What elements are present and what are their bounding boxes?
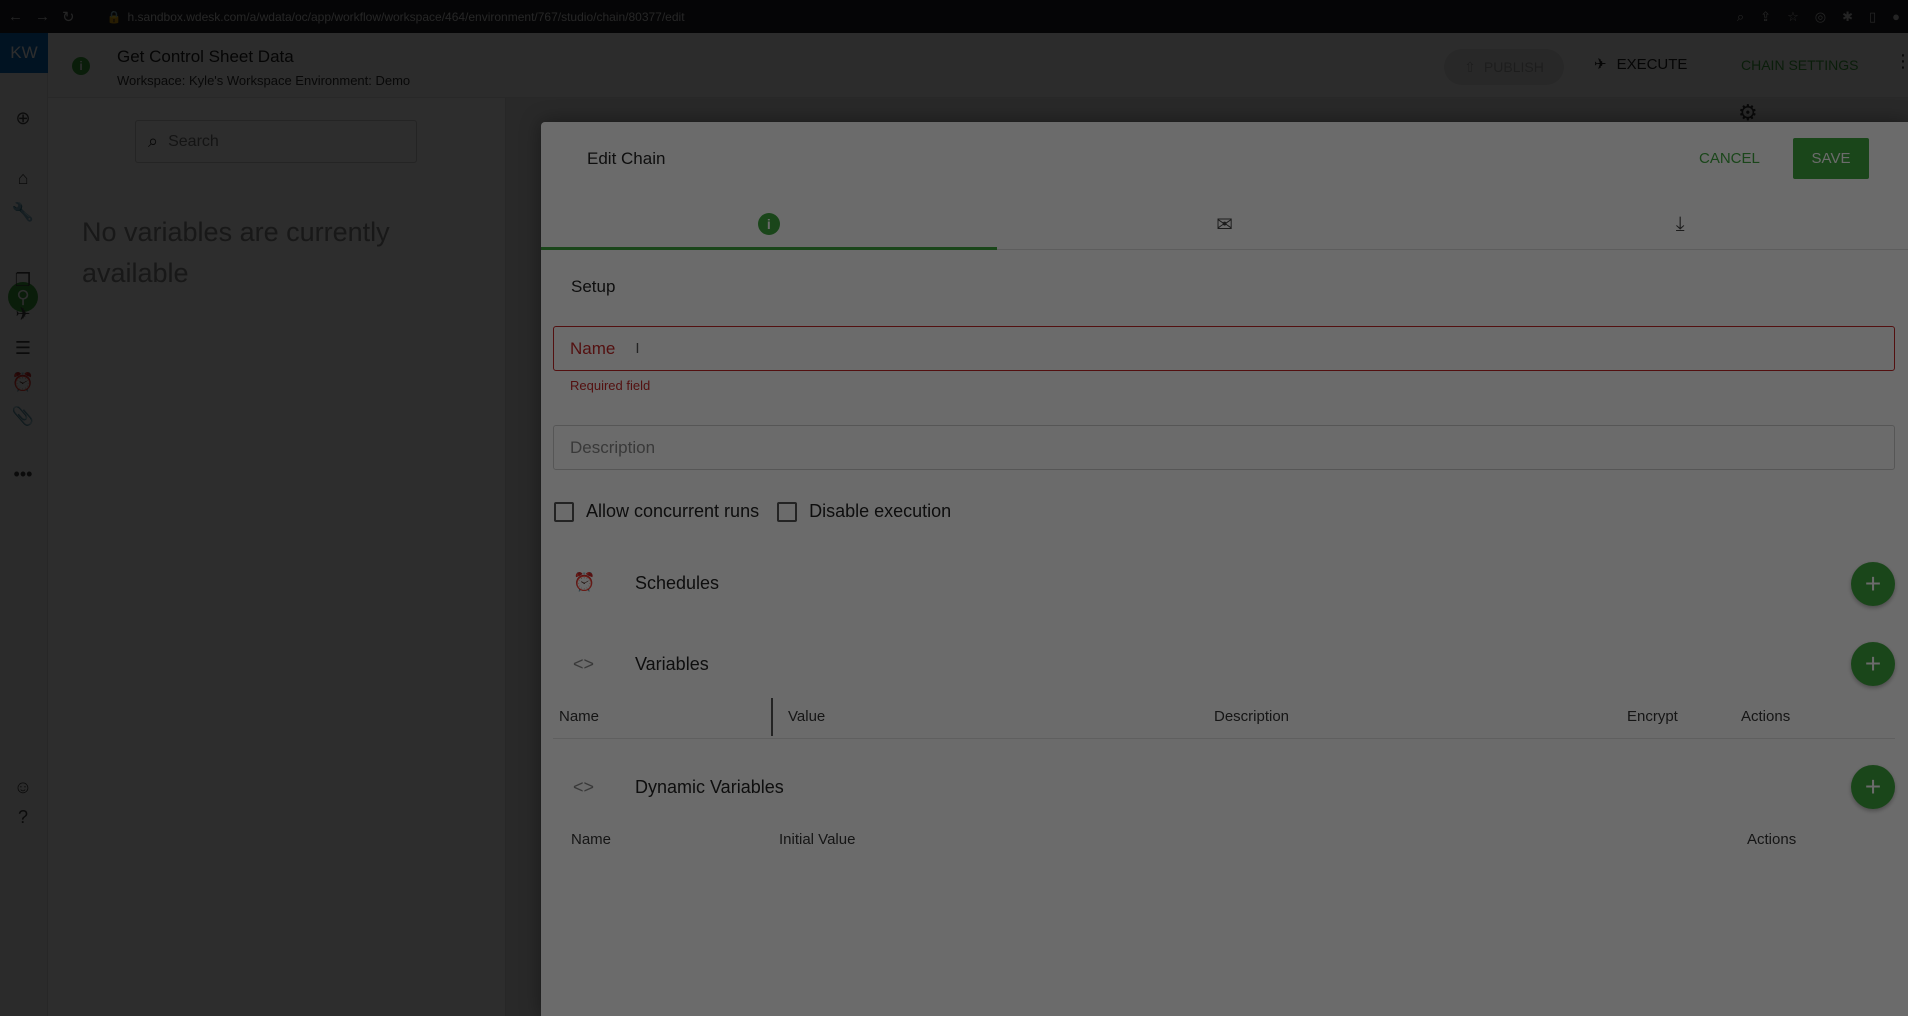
dynamic-col-initial-value[interactable]: Initial Value (779, 831, 855, 848)
dialog-title: Edit Chain (587, 149, 666, 168)
code-icon: <> (573, 777, 595, 797)
variables-heading: Variables (635, 654, 709, 674)
add-dynamic-variable-button[interactable]: + (1851, 765, 1895, 809)
text-cursor-icon: I (635, 340, 640, 357)
star-icon[interactable]: ☆ (1787, 9, 1799, 25)
checkbox-unchecked-icon[interactable] (554, 501, 574, 522)
description-field[interactable]: Description (553, 425, 1895, 470)
publish-icon: ⇧ (1464, 58, 1476, 75)
back-icon[interactable]: ← (8, 8, 23, 25)
chain-settings-button[interactable]: CHAIN SETTINGS (1741, 57, 1858, 73)
account-icon[interactable]: ☺ (11, 775, 35, 799)
cancel-button[interactable]: CANCEL (1699, 150, 1760, 167)
allow-concurrent-checkbox[interactable]: Allow concurrent runs (554, 501, 759, 522)
variables-col-value[interactable]: Value (788, 708, 825, 725)
name-placeholder: Name (570, 338, 616, 358)
table-divider (553, 738, 1895, 739)
search-icon: ⌕ (148, 131, 159, 151)
tab-setup[interactable]: i (541, 200, 997, 250)
zoom-icon[interactable]: ⌕ (1737, 9, 1744, 25)
dynamic-variables-heading: Dynamic Variables (635, 777, 784, 797)
dialog-tabs: i ✉ ⤓ (541, 200, 1908, 250)
variables-panel: ⌕ No variables are currently available (48, 98, 506, 1016)
home-icon[interactable]: ⌂ (11, 166, 35, 190)
more-vertical-icon[interactable]: ⋮ (1894, 51, 1908, 72)
empty-variables-message: No variables are currently available (82, 217, 390, 288)
extension-icon[interactable]: ◎ (1815, 9, 1826, 25)
tab-outputs[interactable]: ⤓ (1452, 200, 1908, 250)
workspace-subtitle: Workspace: Kyle's Workspace Environment:… (117, 73, 411, 88)
search-box[interactable]: ⌕ (135, 120, 417, 163)
add-schedule-button[interactable]: + (1851, 562, 1895, 606)
wrench-icon[interactable]: 🔧 (11, 200, 35, 224)
search-input[interactable] (168, 132, 389, 151)
checklist-icon[interactable]: ☰ (11, 336, 35, 360)
execution-options: Allow concurrent runs Disable execution (554, 501, 951, 522)
column-divider[interactable] (771, 698, 773, 736)
checkbox-unchecked-icon[interactable] (777, 501, 798, 522)
help-icon[interactable]: ? (11, 805, 35, 829)
add-circle-icon[interactable]: ⊕ (11, 106, 35, 130)
workspace-logo[interactable]: KW (0, 33, 48, 73)
left-rail: KW ⊕ ⌂ 🔧 ⚲ ❐ ✈ ☰ ⏰ 📎 ••• ☺ ? (0, 33, 48, 1016)
allow-concurrent-label: Allow concurrent runs (586, 501, 760, 521)
attachment-icon[interactable]: 📎 (11, 404, 35, 428)
app-header: i Get Control Sheet Data Workspace: Kyle… (48, 33, 1908, 98)
variables-col-name[interactable]: Name (559, 708, 599, 725)
code-icon: <> (573, 654, 595, 674)
disable-execution-checkbox[interactable]: Disable execution (777, 501, 951, 522)
execute-button[interactable]: ✈ EXECUTE (1594, 55, 1688, 74)
name-field[interactable]: Name I (553, 326, 1895, 371)
info-icon[interactable]: i (72, 57, 90, 75)
dynamic-col-name[interactable]: Name (571, 831, 611, 848)
reload-icon[interactable]: ↻ (62, 8, 75, 26)
url-text: h.sandbox.wdesk.com/a/wdata/oc/app/workf… (127, 9, 685, 24)
description-placeholder: Description (570, 437, 656, 457)
save-button[interactable]: SAVE (1793, 138, 1869, 179)
add-variable-button[interactable]: + (1851, 642, 1895, 686)
share-icon[interactable]: ⇪ (1760, 9, 1771, 25)
chain-title: Get Control Sheet Data (117, 47, 294, 66)
browser-actions: ⌕ ⇪ ☆ ◎ ✱ ▯ ● (1737, 9, 1900, 25)
alarm-icon: ⏰ (573, 572, 596, 592)
takeoff-icon: ✈ (1594, 56, 1607, 73)
more-horizontal-icon[interactable]: ••• (11, 462, 35, 486)
variables-col-description[interactable]: Description (1214, 708, 1289, 725)
schedules-heading: Schedules (635, 573, 720, 593)
name-error-text: Required field (570, 378, 651, 393)
variables-col-actions[interactable]: Actions (1741, 708, 1790, 725)
lock-icon: 🔒 (106, 9, 122, 24)
takeoff-icon[interactable]: ✈ (11, 302, 35, 326)
profile-icon[interactable]: ● (1892, 9, 1900, 25)
dynamic-col-actions[interactable]: Actions (1747, 831, 1796, 848)
tab-notifications[interactable]: ✉ (996, 200, 1453, 250)
address-bar[interactable]: 🔒 h.sandbox.wdesk.com/a/wdata/oc/app/wor… (107, 10, 685, 24)
browser-toolbar: ← → ↻ 🔒 h.sandbox.wdesk.com/a/wdata/oc/a… (0, 0, 1908, 33)
forward-icon[interactable]: → (35, 8, 50, 25)
edit-chain-dialog: Edit Chain CANCEL SAVE i ✉ ⤓ Setup Name … (541, 122, 1908, 1016)
mail-icon: ✉ (1216, 214, 1233, 236)
disable-execution-label: Disable execution (809, 501, 952, 521)
setup-heading: Setup (571, 277, 616, 296)
execute-label: EXECUTE (1616, 55, 1688, 73)
download-icon: ⤓ (1675, 213, 1685, 235)
info-icon: i (757, 212, 780, 235)
library-icon[interactable]: ❐ (11, 268, 35, 292)
publish-button[interactable]: ⇧ PUBLISH (1444, 49, 1564, 85)
alarm-icon[interactable]: ⏰ (11, 370, 35, 394)
sidebar-icon[interactable]: ▯ (1869, 9, 1876, 25)
variables-col-encrypt[interactable]: Encrypt (1627, 708, 1678, 725)
publish-label: PUBLISH (1483, 59, 1544, 75)
puzzle-icon[interactable]: ✱ (1842, 9, 1853, 25)
